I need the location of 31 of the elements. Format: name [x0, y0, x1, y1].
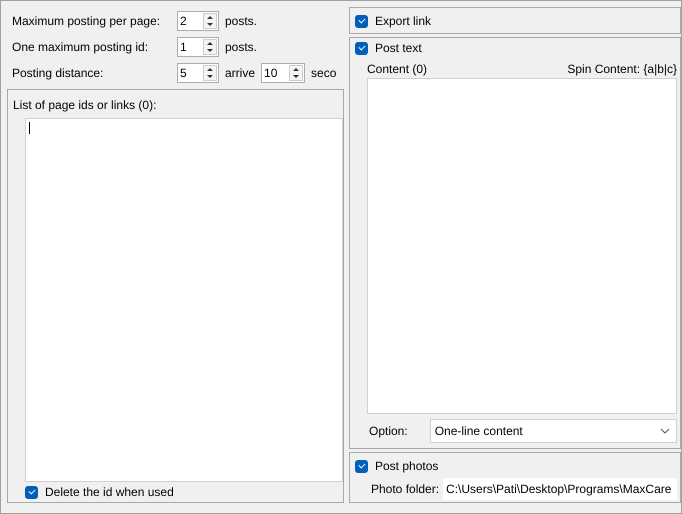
content-label: Content (0): [367, 62, 428, 76]
number-spinner[interactable]: 2: [177, 11, 219, 31]
setting-label: Posting distance:: [12, 66, 104, 80]
checkbox-label: Post photos: [375, 459, 438, 473]
folder-label: Photo folder:: [371, 482, 440, 496]
checkbox[interactable]: [355, 42, 368, 54]
checkbox[interactable]: [355, 460, 368, 472]
number-spinner[interactable]: 10: [261, 63, 306, 83]
setting-label: One maximum posting id:: [12, 40, 150, 54]
option-label: Option:: [369, 424, 408, 438]
option-dropdown[interactable]: One-line content: [430, 419, 677, 443]
checkbox[interactable]: [355, 14, 368, 28]
number-spinner[interactable]: 1: [177, 37, 219, 57]
checkbox[interactable]: [25, 486, 38, 498]
checkbox-label: Post text: [375, 41, 422, 55]
unit-label: posts.: [225, 14, 258, 28]
setting-label: Maximum posting per page:: [12, 14, 162, 28]
spin-arrows-icon[interactable]: [289, 65, 304, 81]
group-title: List of page ids or links (0):: [13, 98, 158, 114]
spin-hint: Spin Content: {a|b|c}: [567, 62, 677, 76]
number-spinner[interactable]: 5: [177, 63, 219, 83]
checkbox-label: Delete the id when used: [45, 485, 174, 499]
unit-label: posts.: [225, 40, 258, 54]
folder-path-field[interactable]: C:\Users\Pati\Desktop\Programs\MaxCare: [443, 478, 677, 500]
chevron-down-icon: [660, 428, 670, 434]
spin-arrows-icon[interactable]: [203, 39, 217, 55]
checkbox-label: Export link: [375, 14, 432, 28]
spin-arrows-icon[interactable]: [203, 13, 217, 29]
unit-label: arrive: [225, 66, 256, 80]
spin-arrows-icon[interactable]: [203, 65, 217, 81]
unit-label: seco: [311, 66, 336, 80]
